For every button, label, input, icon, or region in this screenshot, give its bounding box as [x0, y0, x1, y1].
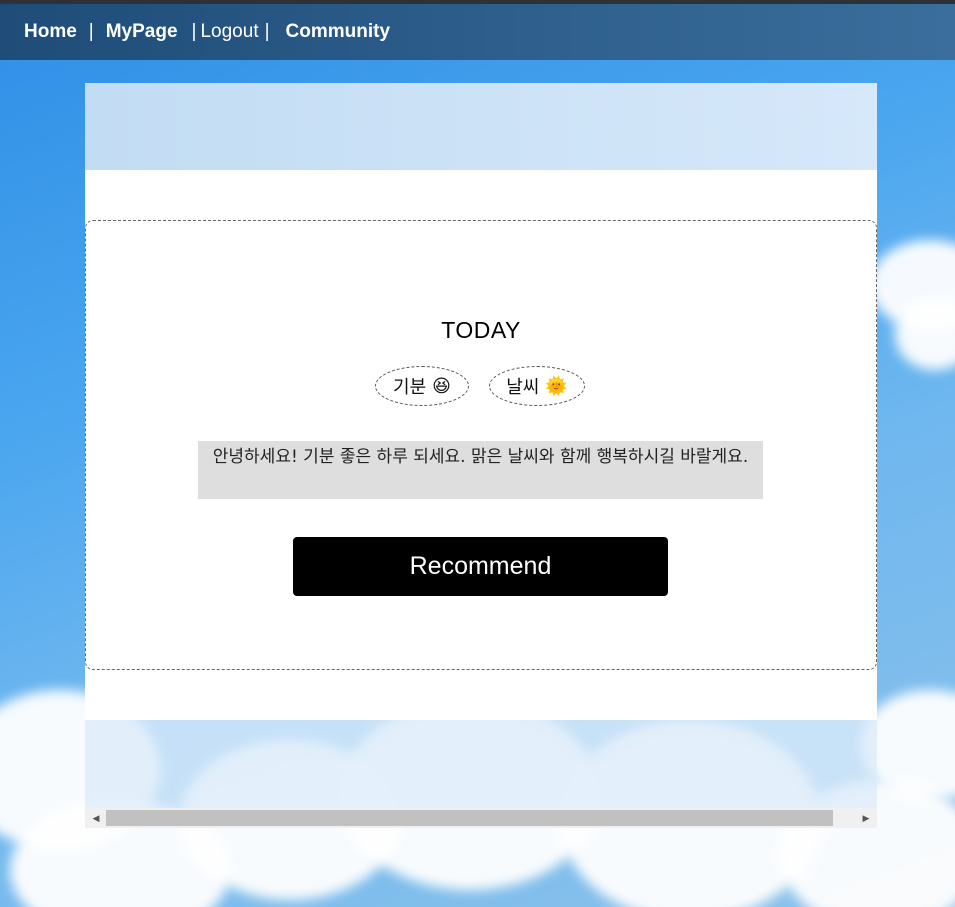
greeting-message: 안녕하세요! 기분 좋은 하루 되세요. 맑은 날씨와 함께 행복하시길 바랄게… [198, 441, 763, 499]
panel-body: TODAY 기분 😆 날씨 🌞 안녕하세요! 기분 좋은 하루 되세요. 맑은 … [85, 170, 877, 720]
scrollbar-thumb[interactable] [106, 810, 833, 826]
top-navbar: Home | MyPage | Logout | Community [0, 4, 955, 60]
nav-mypage-link[interactable]: MyPage [106, 21, 178, 43]
content-panel: TODAY 기분 😆 날씨 🌞 안녕하세요! 기분 좋은 하루 되세요. 맑은 … [85, 83, 877, 828]
horizontal-scrollbar[interactable]: ◀ ▶ [85, 808, 877, 828]
today-card: TODAY 기분 😆 날씨 🌞 안녕하세요! 기분 좋은 하루 되세요. 맑은 … [85, 220, 877, 670]
scroll-left-arrow-icon[interactable]: ◀ [87, 808, 105, 828]
sun-icon: 🌞 [545, 375, 568, 397]
nav-community-link[interactable]: Community [286, 21, 391, 43]
mood-label: 기분 [393, 377, 427, 398]
nav-separator: | [264, 21, 270, 42]
laughing-face-icon: 😆 [432, 375, 451, 397]
panel-header [85, 83, 877, 170]
panel-footer [85, 720, 877, 808]
weather-label: 날씨 [506, 377, 540, 398]
scroll-right-arrow-icon[interactable]: ▶ [857, 808, 875, 828]
recommend-button[interactable]: Recommend [293, 537, 668, 596]
today-title: TODAY [441, 317, 521, 343]
nav-logout-link[interactable]: Logout [200, 21, 258, 43]
nav-home-link[interactable]: Home [24, 21, 77, 43]
weather-badge: 날씨 🌞 [489, 366, 585, 406]
nav-separator: | [88, 21, 94, 42]
mood-badge: 기분 😆 [375, 366, 469, 406]
nav-separator: | [191, 21, 197, 42]
